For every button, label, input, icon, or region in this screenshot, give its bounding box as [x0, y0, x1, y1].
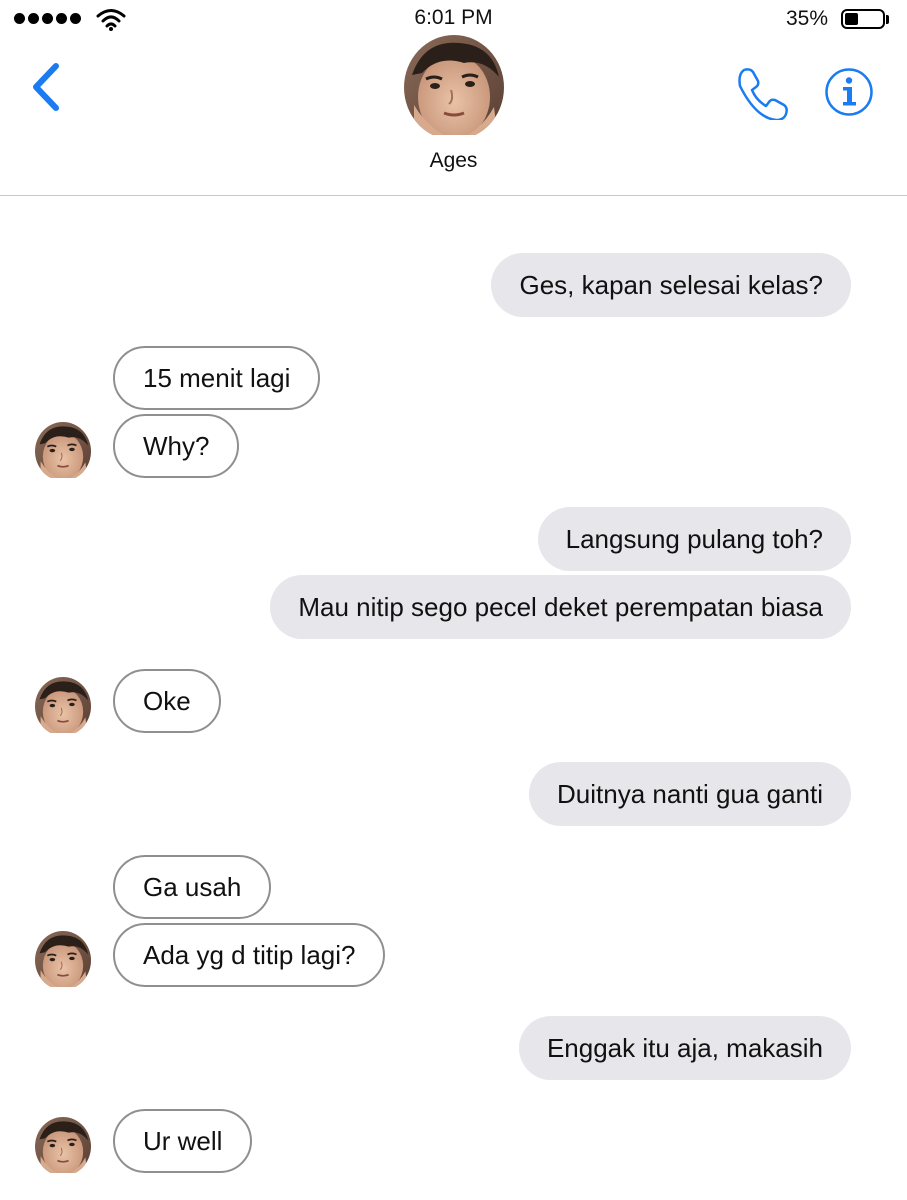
phone-icon[interactable]	[734, 64, 790, 120]
sender-avatar[interactable]	[35, 931, 91, 987]
outgoing-message[interactable]: Ges, kapan selesai kelas?	[491, 253, 851, 317]
incoming-message[interactable]: Oke	[113, 669, 221, 733]
outgoing-message[interactable]: Enggak itu aja, makasih	[518, 1016, 851, 1080]
outgoing-message[interactable]: Langsung pulang toh?	[537, 507, 851, 571]
sender-avatar[interactable]	[35, 1117, 91, 1173]
incoming-message[interactable]: Ada yg d titip lagi?	[113, 923, 386, 987]
incoming-message[interactable]: Ga usah	[113, 855, 272, 919]
battery-percent: 35%	[786, 7, 829, 30]
contact-avatar[interactable]	[404, 35, 504, 135]
incoming-message[interactable]: Ur well	[113, 1109, 253, 1173]
contact-name[interactable]: Ages	[0, 149, 907, 173]
status-bar: 6:01 PM 35%	[0, 0, 907, 40]
battery-icon	[841, 9, 885, 29]
outgoing-message[interactable]: Mau nitip sego pecel deket perempatan bi…	[270, 575, 851, 639]
outgoing-message[interactable]: Duitnya nanti gua ganti	[529, 762, 851, 826]
incoming-message[interactable]: 15 menit lagi	[113, 346, 321, 410]
status-time: 6:01 PM	[414, 6, 493, 29]
header-divider	[0, 195, 907, 196]
battery-fill	[845, 13, 858, 25]
sender-avatar[interactable]	[35, 422, 91, 478]
sender-avatar[interactable]	[35, 677, 91, 733]
back-chevron-icon[interactable]	[26, 60, 70, 114]
battery-nub	[886, 15, 889, 24]
info-icon[interactable]	[824, 67, 874, 117]
incoming-message[interactable]: Why?	[113, 414, 240, 478]
